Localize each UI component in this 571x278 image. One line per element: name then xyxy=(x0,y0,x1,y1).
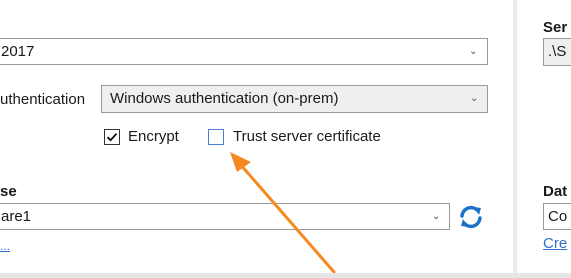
server-field[interactable]: .\S xyxy=(543,38,571,66)
create-link[interactable]: Cre xyxy=(543,234,567,254)
bottom-border xyxy=(0,273,571,278)
right-database-field[interactable]: Co xyxy=(543,203,571,230)
panel-divider xyxy=(513,0,517,278)
annotation-arrow xyxy=(230,152,336,274)
right-database-value: Co xyxy=(548,208,568,225)
right-database-label: Dat xyxy=(543,183,568,200)
server-value: .\S xyxy=(548,43,567,60)
server-label: Ser xyxy=(543,19,568,36)
